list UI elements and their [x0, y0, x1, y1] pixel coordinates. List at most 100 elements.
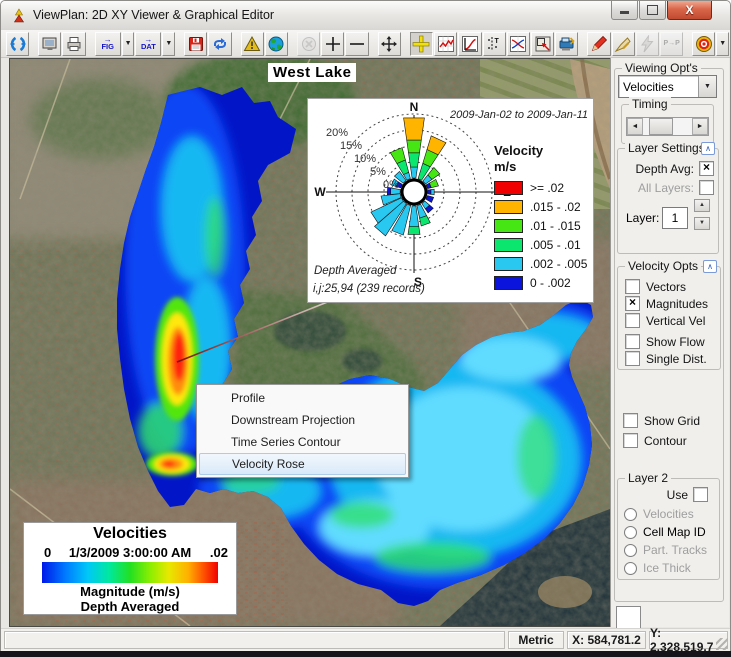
point-to-point-button[interactable]: P→P [660, 32, 683, 56]
world-button[interactable] [265, 32, 288, 56]
scrollbar-thumb[interactable] [649, 118, 673, 135]
crosshair-button[interactable] [410, 32, 433, 56]
lightning-icon [638, 35, 656, 53]
time-series-plot-button[interactable] [434, 32, 457, 56]
arrow-box-icon [534, 35, 552, 53]
minimize-button[interactable] [611, 1, 638, 20]
legend-max-value: .02 [210, 545, 228, 560]
bin-swatch-blue [494, 276, 523, 290]
fig-dropdown-button[interactable]: ▼ [122, 32, 135, 56]
target-dropdown-button[interactable]: ▼ [716, 32, 729, 56]
capture-screen-button[interactable] [38, 32, 61, 56]
scroll-right-button[interactable]: ► [692, 118, 708, 135]
show-flow-label: Show Flow [646, 335, 705, 349]
depth-avg-row: Depth Avg: × [622, 161, 714, 176]
pan-button[interactable] [378, 32, 401, 56]
triangle-marker-button[interactable] [241, 32, 264, 56]
menu-item-profile[interactable]: Profile [199, 387, 406, 409]
combo-dropdown-button[interactable]: ▼ [698, 76, 716, 97]
vertical-vel-checkbox[interactable] [625, 313, 640, 328]
layer-spin-up-button[interactable]: ▲ [694, 199, 710, 212]
show-grid-row: Show Grid [623, 413, 700, 428]
chevron-up-icon: ∧ [707, 262, 713, 271]
open-viewer-button[interactable] [6, 32, 29, 56]
layer-spin-down-button[interactable]: ▼ [694, 217, 710, 230]
resize-grip[interactable] [716, 638, 728, 650]
title-bar[interactable]: ViewPlan: 2D XY Viewer & Graphical Edito… [1, 1, 730, 31]
chevron-down-icon: ▼ [165, 40, 172, 47]
all-layers-checkbox[interactable] [699, 180, 714, 195]
cell-map-id-radio[interactable] [624, 526, 637, 539]
dat-command-button[interactable]: →DAT [135, 32, 161, 56]
color-swatch-box[interactable] [616, 606, 641, 630]
layer2-use-checkbox[interactable] [693, 487, 708, 502]
plus-icon [324, 35, 342, 53]
all-layers-label: All Layers: [638, 181, 694, 195]
single-dist-checkbox[interactable] [625, 351, 640, 366]
measure-button[interactable] [531, 32, 554, 56]
window-title: ViewPlan: 2D XY Viewer & Graphical Edito… [33, 8, 274, 22]
ring-label-15: 15% [340, 140, 362, 152]
status-message-panel [4, 631, 505, 649]
print-button[interactable] [62, 32, 85, 56]
legend-caption-depth: Depth Averaged [24, 599, 236, 614]
vectors-checkbox[interactable] [625, 279, 640, 294]
show-grid-checkbox[interactable] [623, 413, 638, 428]
part-tracks-radio[interactable] [624, 544, 637, 557]
rose-legend-units: m/s [494, 159, 516, 174]
menu-item-time-series-contour[interactable]: Time Series Contour [199, 431, 406, 453]
maximize-button[interactable] [639, 1, 666, 20]
timing-scrollbar[interactable]: ◄ ► [626, 117, 709, 136]
layer2-icethick-label: Ice Thick [643, 561, 691, 575]
profile-plot-button[interactable] [458, 32, 481, 56]
layer2-use-label: Use [667, 488, 688, 502]
zoom-in-button[interactable] [321, 32, 344, 56]
show-flow-checkbox[interactable] [625, 334, 640, 349]
chevron-down-icon: ▼ [719, 40, 726, 47]
map-canvas[interactable]: West Lake N S W E 20% 15% [9, 58, 611, 627]
lightning-button[interactable] [636, 32, 659, 56]
app-window: ViewPlan: 2D XY Viewer & Graphical Edito… [0, 0, 731, 657]
velocities-radio[interactable] [624, 508, 637, 521]
layer2-use-row: Use [622, 487, 708, 502]
scroll-left-button[interactable]: ◄ [627, 118, 643, 135]
annotate-button[interactable]: T [483, 32, 506, 56]
save-button[interactable] [184, 32, 207, 56]
svg-text:T: T [495, 38, 500, 45]
layer-number-field[interactable]: 1 [662, 207, 688, 229]
show-grid-label: Show Grid [644, 414, 700, 428]
rose-footnote-depth: Depth Averaged [314, 265, 396, 277]
magnitudes-checkbox[interactable]: × [625, 296, 640, 311]
plotter-icon [558, 35, 576, 53]
contour-checkbox[interactable] [623, 433, 638, 448]
collapse-velocity-opts-button[interactable]: ∧ [703, 260, 717, 273]
depth-avg-checkbox[interactable]: × [699, 161, 714, 176]
legend-color-bar [42, 562, 218, 583]
ice-thick-radio[interactable] [624, 562, 637, 575]
deselect-button[interactable] [297, 32, 320, 56]
menu-item-downstream-projection[interactable]: Downstream Projection [199, 409, 406, 431]
zoom-out-button[interactable] [345, 32, 368, 56]
edit-pencil-button[interactable] [587, 32, 610, 56]
display-type-select[interactable]: Velocities ▼ [618, 75, 717, 98]
compass-w-label: W [314, 185, 326, 199]
close-button[interactable]: X [667, 1, 712, 20]
layer-settings-group: Layer Settings ∧ Depth Avg: × All Layers… [617, 148, 719, 254]
menu-item-velocity-rose[interactable]: Velocity Rose [199, 453, 406, 475]
chevron-left-icon: ◄ [632, 123, 639, 130]
fig-command-button[interactable]: →FIG [95, 32, 121, 56]
ring-label-0: 0% [383, 179, 399, 191]
layer2-group: Layer 2 Use Velocities Cell Map ID Part.… [617, 478, 720, 580]
collapse-layer-settings-button[interactable]: ∧ [701, 142, 715, 155]
timing-group: Timing ◄ ► [621, 104, 714, 144]
knife-button[interactable] [612, 32, 635, 56]
viewing-opts-label: Viewing Opt's [622, 61, 701, 75]
target-button[interactable] [692, 32, 715, 56]
xy-plot-button[interactable] [507, 32, 530, 56]
bin-swatch-green1 [494, 219, 523, 233]
minimize-icon [620, 11, 629, 14]
layer2-velocities-label: Velocities [643, 507, 694, 521]
plotter-button[interactable] [555, 32, 578, 56]
dat-dropdown-button[interactable]: ▼ [162, 32, 175, 56]
refresh-button[interactable] [208, 32, 231, 56]
